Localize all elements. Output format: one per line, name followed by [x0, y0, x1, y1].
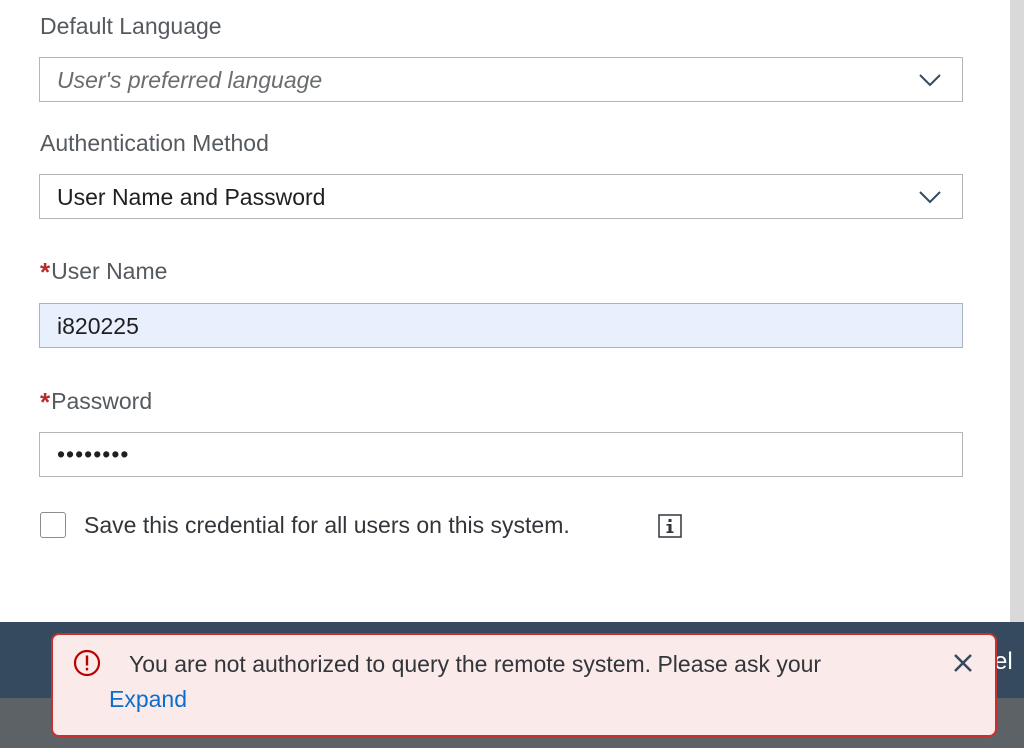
close-icon[interactable]	[951, 651, 975, 675]
chevron-down-icon[interactable]	[918, 73, 942, 87]
error-message-text: You are not authorized to query the remo…	[129, 651, 822, 677]
error-message-strip: You are not authorized to query the remo…	[51, 633, 997, 737]
default-language-select[interactable]: User's preferred language	[39, 57, 963, 102]
user-name-label: *User Name	[40, 255, 168, 287]
error-icon	[73, 649, 101, 677]
default-language-placeholder: User's preferred language	[57, 67, 323, 93]
save-credential-checkbox[interactable]	[40, 512, 66, 538]
authentication-method-value: User Name and Password	[57, 184, 326, 210]
info-icon[interactable]	[658, 514, 682, 538]
required-marker: *	[40, 387, 51, 417]
credential-dialog: Default Language User's preferred langua…	[0, 0, 1010, 622]
password-input[interactable]: ••••••••	[39, 432, 963, 477]
user-name-label-text: User Name	[51, 258, 168, 284]
chevron-down-icon[interactable]	[918, 190, 942, 204]
expand-link[interactable]: Expand	[109, 686, 187, 713]
required-marker: *	[40, 257, 51, 287]
password-value: ••••••••	[57, 441, 130, 467]
user-name-input[interactable]: i820225	[39, 303, 963, 348]
default-language-label: Default Language	[40, 13, 222, 39]
authentication-method-select[interactable]: User Name and Password	[39, 174, 963, 219]
authentication-method-label: Authentication Method	[40, 130, 269, 156]
password-label-text: Password	[51, 388, 153, 414]
save-credential-label: Save this credential for all users on th…	[84, 512, 570, 538]
scrollbar-track[interactable]	[1010, 0, 1024, 622]
user-name-value: i820225	[57, 313, 139, 339]
password-label: *Password	[40, 385, 153, 417]
